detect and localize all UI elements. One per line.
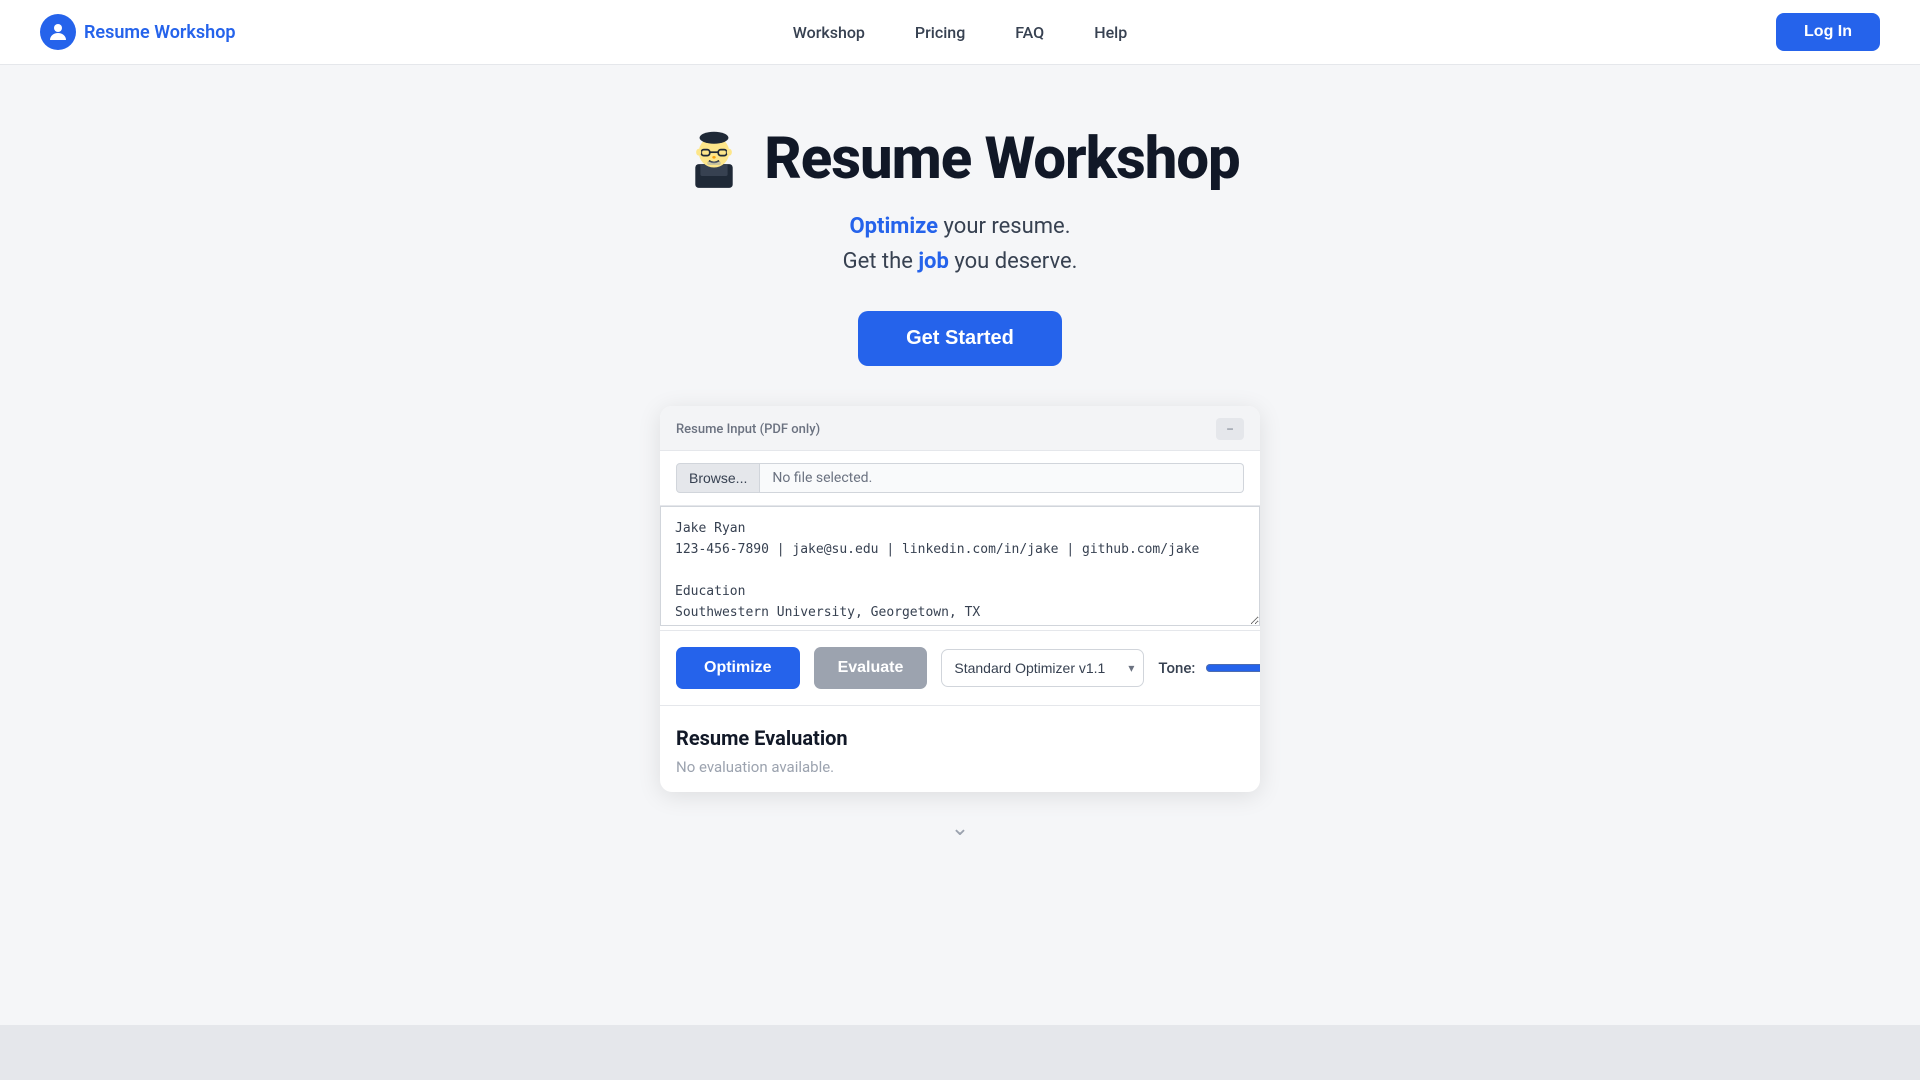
navbar: Resume Workshop Workshop Pricing FAQ Hel… <box>0 0 1920 65</box>
page-content: Resume Workshop Optimize your resume. Ge… <box>0 65 1920 881</box>
evaluate-button[interactable]: Evaluate <box>814 647 928 689</box>
scroll-down-icon: ⌄ <box>951 816 969 841</box>
actions-row: Optimize Evaluate Standard Optimizer v1.… <box>660 630 1260 705</box>
optimizer-select[interactable]: Standard Optimizer v1.1 Advanced Optimiz… <box>941 649 1144 687</box>
resume-textarea[interactable] <box>660 506 1260 626</box>
file-input-row: Browse... No file selected. <box>660 451 1260 506</box>
navbar-links: Workshop Pricing FAQ Help <box>793 23 1127 42</box>
browse-button[interactable]: Browse... <box>676 463 760 493</box>
hero-subtitle-line1: Optimize your resume. <box>843 209 1078 244</box>
optimize-button[interactable]: Optimize <box>676 647 800 689</box>
tone-slider[interactable] <box>1205 660 1260 676</box>
get-started-button[interactable]: Get Started <box>858 311 1062 366</box>
tone-label: Tone: <box>1158 659 1195 677</box>
card-top-label: Resume Input (PDF only) <box>676 422 820 437</box>
hero-title: Resume Workshop <box>764 125 1239 193</box>
nav-workshop[interactable]: Workshop <box>793 23 865 42</box>
hero-title-row: Resume Workshop <box>680 125 1239 193</box>
navbar-logo[interactable]: Resume Workshop <box>40 14 236 50</box>
evaluation-title: Resume Evaluation <box>676 726 1244 750</box>
evaluation-empty-message: No evaluation available. <box>676 758 1244 776</box>
brand-name: Resume Workshop <box>84 22 236 43</box>
card-top-bar: Resume Input (PDF only) − <box>660 406 1260 451</box>
footer-bar <box>0 1025 1920 1080</box>
workshop-card: Resume Input (PDF only) − Browse... No f… <box>660 406 1260 792</box>
card-collapse-button[interactable]: − <box>1216 418 1244 440</box>
nav-help[interactable]: Help <box>1094 23 1127 42</box>
scroll-indicator: ⌄ <box>951 792 969 851</box>
hero-highlight-job: job <box>918 249 949 274</box>
hero-mascot-icon <box>680 125 748 193</box>
logo-icon <box>40 14 76 50</box>
nav-faq[interactable]: FAQ <box>1015 23 1044 42</box>
optimizer-select-wrapper: Standard Optimizer v1.1 Advanced Optimiz… <box>941 649 1144 687</box>
evaluation-section: Resume Evaluation No evaluation availabl… <box>660 705 1260 792</box>
hero-subtitle-line2: Get the job you deserve. <box>843 244 1078 279</box>
nav-pricing[interactable]: Pricing <box>915 23 965 42</box>
hero-highlight-optimize: Optimize <box>849 214 938 239</box>
login-button[interactable]: Log In <box>1776 13 1880 51</box>
file-input-display: No file selected. <box>760 463 1244 493</box>
tone-section: Tone: <box>1158 659 1260 677</box>
hero-subtitle: Optimize your resume. Get the job you de… <box>843 209 1078 279</box>
hero-section: Resume Workshop Optimize your resume. Ge… <box>640 65 1280 881</box>
